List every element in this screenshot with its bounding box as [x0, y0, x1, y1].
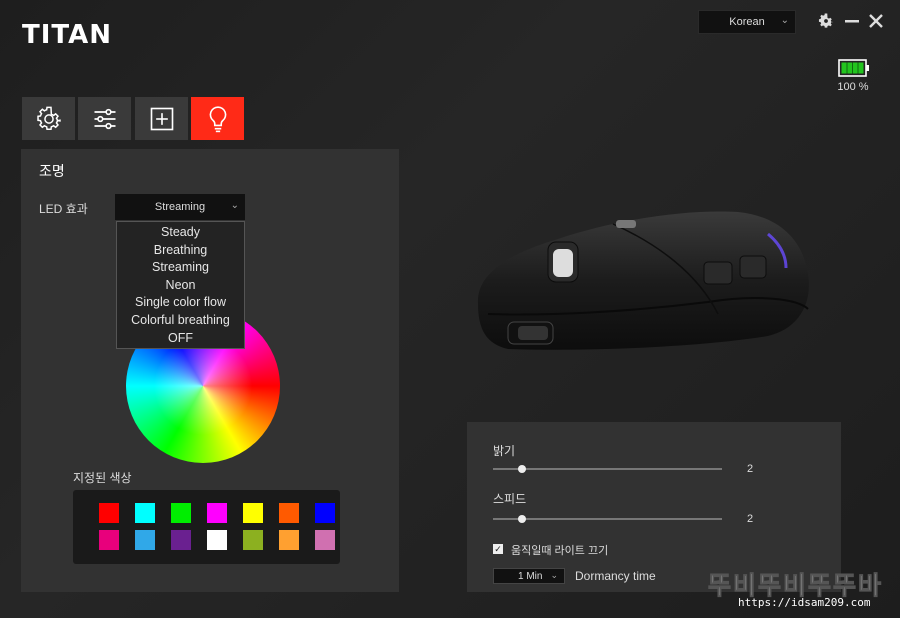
preset-color-swatch[interactable]: [207, 530, 227, 550]
led-effect-value: Streaming: [154, 201, 206, 213]
preset-color-swatch[interactable]: [279, 503, 299, 523]
dropdown-option-streaming[interactable]: Streaming: [117, 259, 244, 277]
dormancy-time-select[interactable]: 1 Min ⌄: [493, 568, 565, 584]
watermark: 뚜비뚜비뚜뚜바 https://idsam209.com: [707, 566, 890, 610]
mouse-image: [477, 211, 809, 350]
dormancy-time-value: 1 Min: [518, 570, 543, 582]
gear-icon: [36, 106, 61, 130]
preset-color-swatch[interactable]: [207, 503, 227, 523]
brightness-slider[interactable]: [493, 465, 722, 473]
language-select[interactable]: Korean ⌄: [698, 10, 796, 34]
preset-color-swatch[interactable]: [279, 530, 299, 550]
preset-color-swatch[interactable]: [135, 503, 155, 523]
dropdown-option-off[interactable]: OFF: [117, 330, 244, 348]
minimize-icon[interactable]: [841, 10, 863, 32]
preset-color-swatch[interactable]: [99, 503, 119, 523]
preset-color-swatch[interactable]: [315, 503, 335, 523]
speed-value: 2: [747, 513, 754, 525]
tab-settings[interactable]: [22, 97, 75, 140]
preset-color-swatch[interactable]: [243, 503, 263, 523]
settings-gear-icon[interactable]: [815, 10, 837, 32]
plus-square-icon: [150, 107, 173, 130]
sliders-icon: [94, 108, 115, 129]
preset-color-swatch[interactable]: [171, 530, 191, 550]
speed-slider-thumb[interactable]: [517, 515, 526, 523]
tab-macro[interactable]: [135, 97, 188, 140]
dropdown-option-neon[interactable]: Neon: [117, 277, 244, 295]
chevron-down-icon: ⌄: [230, 200, 239, 211]
tab-lighting[interactable]: [191, 97, 244, 140]
preset-color-swatch[interactable]: [99, 530, 119, 550]
lighting-panel: 조명 LED 효과 Streaming ⌄ Steady Breathing S…: [21, 149, 399, 592]
tab-adjustments[interactable]: [78, 97, 131, 140]
check-icon: ✓: [494, 544, 502, 554]
dropdown-option-breathing[interactable]: Breathing: [117, 242, 244, 260]
close-icon[interactable]: [865, 10, 887, 32]
preset-colors-label: 지정된 색상: [73, 471, 132, 485]
speed-slider[interactable]: [493, 515, 722, 523]
panel-title: 조명: [39, 163, 65, 179]
motion-light-off-label: 움직일때 라이트 끄기: [511, 545, 609, 557]
battery-percentage: 100 %: [837, 81, 869, 93]
chevron-down-icon: ⌄: [550, 570, 558, 580]
app-logo: TITAN: [22, 20, 113, 50]
preset-color-swatch[interactable]: [135, 530, 155, 550]
watermark-url: https://idsam209.com: [738, 596, 871, 609]
preset-color-palette: [73, 490, 340, 564]
dropdown-option-colorful-breathing[interactable]: Colorful breathing: [117, 312, 244, 330]
led-effect-dropdown: Steady Breathing Streaming Neon Single c…: [116, 221, 245, 350]
brightness-slider-thumb[interactable]: [517, 465, 526, 473]
preset-color-swatch[interactable]: [243, 530, 263, 550]
dropdown-option-steady[interactable]: Steady: [117, 224, 244, 242]
motion-light-off-checkbox[interactable]: ✓: [493, 544, 503, 554]
battery-icon: [838, 59, 869, 77]
language-value: Korean: [729, 16, 765, 28]
led-effect-label: LED 효과: [39, 202, 88, 216]
chevron-down-icon: ⌄: [780, 15, 789, 26]
brightness-value: 2: [747, 463, 754, 475]
led-effect-select[interactable]: Streaming ⌄: [115, 194, 245, 220]
speed-label: 스피드: [493, 492, 527, 506]
dormancy-time-label: Dormancy time: [575, 569, 656, 583]
brightness-label: 밝기: [493, 444, 516, 458]
preset-color-swatch[interactable]: [171, 503, 191, 523]
lightbulb-icon: [209, 105, 226, 132]
preset-color-swatch[interactable]: [315, 530, 335, 550]
dropdown-option-single-color-flow[interactable]: Single color flow: [117, 294, 244, 312]
